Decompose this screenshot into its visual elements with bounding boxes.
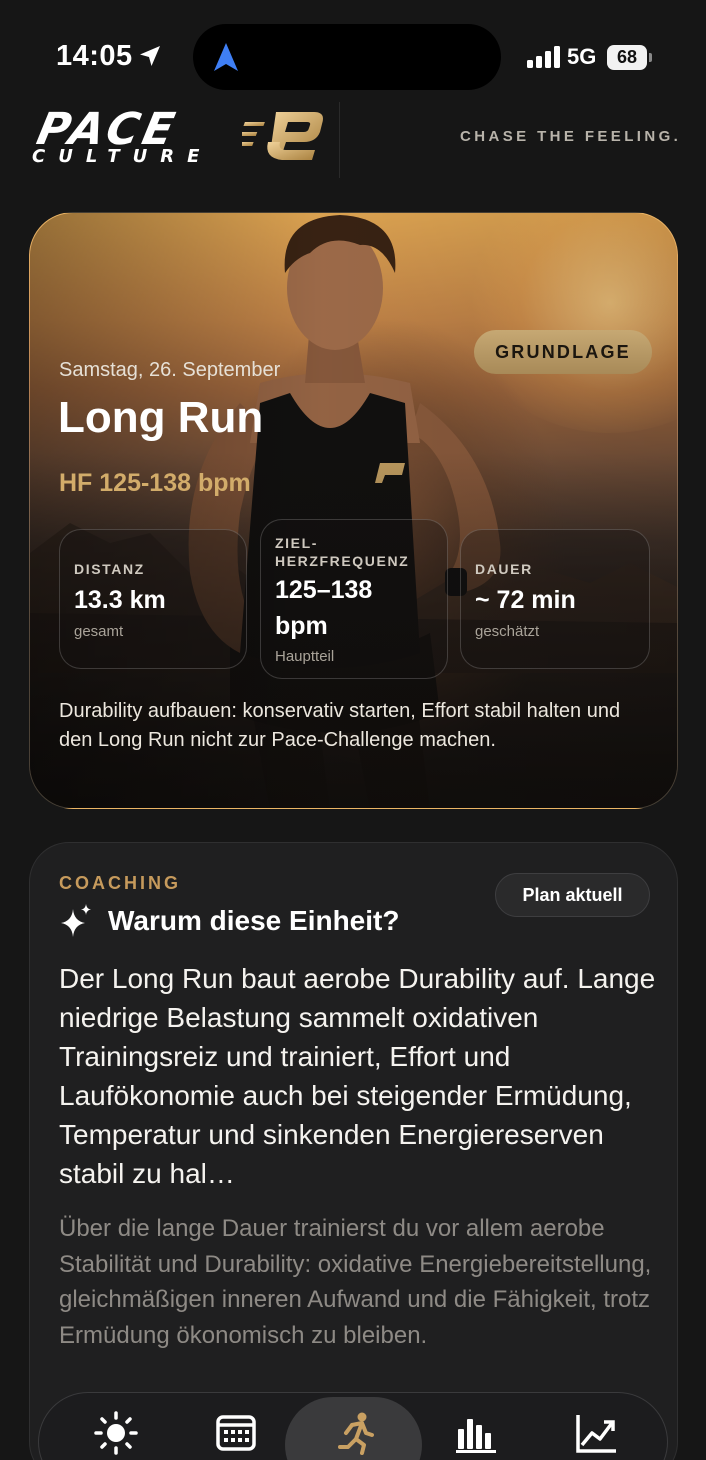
bar-chart-icon [456,1419,496,1453]
coaching-eyebrow: COACHING [59,873,181,893]
tab-workout[interactable] [299,1393,409,1460]
battery-icon: 68 [607,45,647,70]
status-time: 14:05 [56,40,133,72]
brand-logo: PACE CULTURE [30,104,330,174]
stat-sub: geschätzt [475,623,540,640]
stat-value-line2: bpm [275,612,328,640]
pc-monogram-icon [242,112,323,160]
trend-chart-icon [576,1415,616,1453]
tab-today[interactable] [59,1393,169,1460]
workout-heart-rate: HF 125-138 bpm [59,469,251,497]
header-divider [339,102,340,178]
workout-date: Samstag, 26. September [59,359,281,381]
location-arrow-icon [140,46,160,66]
stat-label-line1: ZIEL- [275,535,318,551]
stat-sub: gesamt [74,623,124,640]
sparkle-icon [61,904,91,937]
workout-type-badge: GRUNDLAGE [474,330,652,374]
runner-icon [338,1412,374,1455]
workout-hero-card[interactable]: GRUNDLAGE Samstag, 26. September Long Ru… [29,212,678,809]
coaching-body-text: Über die lange Dauer trainierst du vor a… [59,1215,652,1349]
workout-description: Durability aufbauen: konservativ starten… [59,700,621,751]
stat-target-heart-rate: ZIEL- HERZFREQUENZ 125–138 bpm Hauptteil [260,519,448,679]
stat-value: ~ 72 min [475,586,576,614]
stat-value: 13.3 km [74,586,166,614]
dynamic-island [193,24,501,90]
network-type: 5G [567,44,597,69]
tab-calendar[interactable] [179,1393,289,1460]
tab-statistics[interactable] [419,1393,529,1460]
tab-bar [38,1392,668,1460]
tagline: CHASE THE FEELING. [460,128,682,145]
stat-sub: Hauptteil [275,648,335,665]
coaching-lead-text: Der Long Run baut aerobe Durability auf.… [59,963,656,1189]
stat-duration: DAUER ~ 72 min geschätzt [460,529,650,669]
status-bar: 14:05 5G 68 [0,0,706,110]
coaching-card[interactable]: COACHING Plan aktuell Warum diese Einhei… [29,842,678,1460]
stat-distance: DISTANZ 13.3 km gesamt [59,529,247,669]
brand-logo-subword: CULTURE [32,146,213,167]
stat-label: DAUER [475,561,533,577]
sun-icon [94,1411,138,1455]
stat-label-line2: HERZFREQUENZ [275,553,410,569]
calendar-icon [216,1415,256,1451]
workout-title: Long Run [58,393,264,442]
navigation-arrow-icon [214,43,238,71]
coaching-title: Warum diese Einheit? [108,905,400,936]
signal-strength-icon [527,46,561,68]
plan-status-button[interactable]: Plan aktuell [495,873,650,917]
stat-value-line1: 125–138 [275,576,373,604]
stat-label: DISTANZ [74,561,145,577]
tab-progress[interactable] [539,1393,649,1460]
battery-cap [649,53,652,62]
